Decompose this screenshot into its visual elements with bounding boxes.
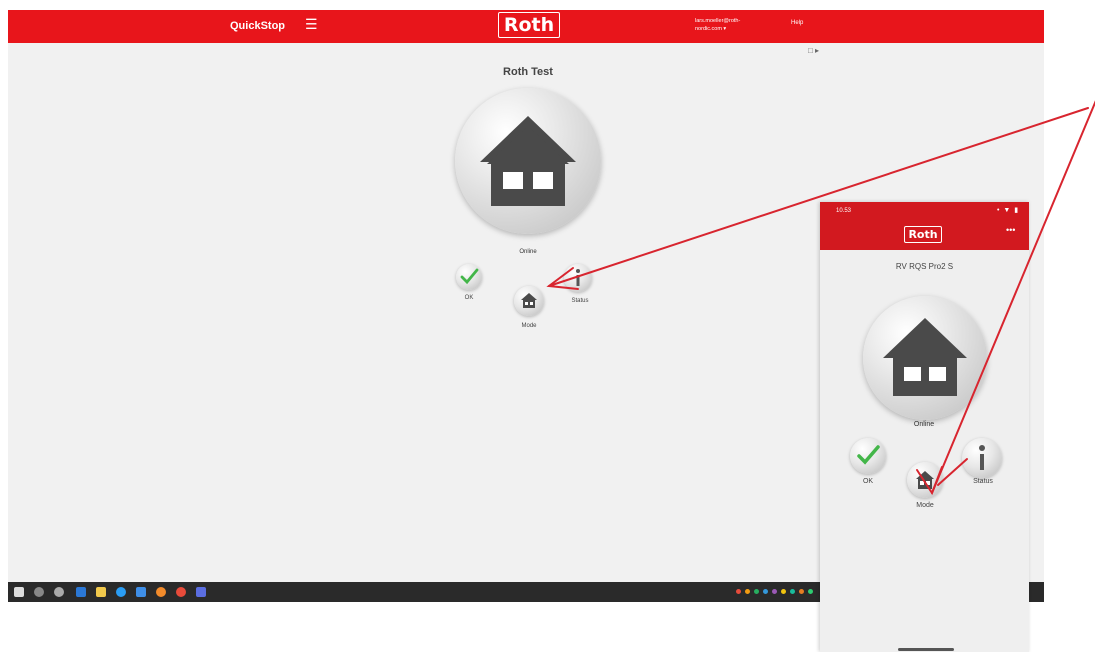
annotation-arrows <box>546 100 1095 496</box>
arrow-from-status <box>937 458 968 486</box>
arrow-to-desktop-mode <box>548 107 1089 287</box>
arrow-to-phone-mode <box>931 100 1095 494</box>
